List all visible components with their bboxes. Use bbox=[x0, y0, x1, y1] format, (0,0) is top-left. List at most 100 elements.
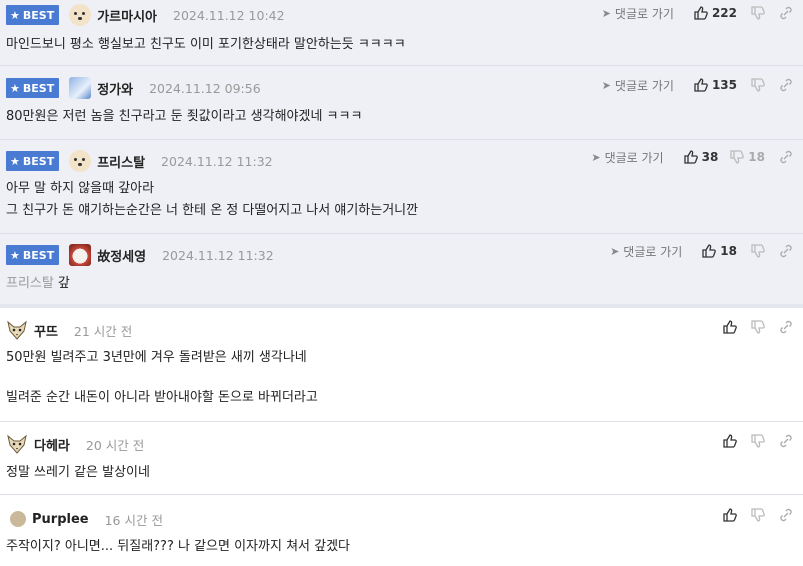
star-icon: ★ bbox=[10, 154, 20, 168]
comment-date: 2024.11.12 09:56 bbox=[149, 80, 261, 96]
share-button[interactable] bbox=[779, 6, 793, 20]
share-button[interactable] bbox=[779, 320, 793, 334]
fox-avatar[interactable] bbox=[6, 319, 28, 341]
dislike-button[interactable] bbox=[751, 78, 765, 92]
comment-text: 프리스탈 갚 bbox=[6, 273, 70, 295]
like-button[interactable] bbox=[723, 320, 737, 334]
comment-author[interactable]: 다헤라 bbox=[34, 435, 70, 454]
star-icon: ★ bbox=[10, 8, 20, 22]
link-icon bbox=[779, 6, 793, 20]
blue-avatar[interactable] bbox=[69, 77, 92, 99]
comment-actions bbox=[715, 316, 793, 338]
reply-link[interactable]: ➤ 댓글로 가기 bbox=[591, 149, 663, 166]
comment-actions: ➤ 댓글로 가기 135 bbox=[602, 74, 793, 96]
dislike-button[interactable] bbox=[751, 508, 765, 522]
star-icon: ★ bbox=[10, 248, 20, 262]
share-button[interactable] bbox=[779, 244, 793, 258]
best-badge: ★ BEST bbox=[6, 5, 60, 25]
like-button[interactable]: 18 bbox=[702, 244, 737, 258]
dislike-button[interactable] bbox=[751, 320, 765, 334]
best-badge: ★ BEST bbox=[6, 245, 60, 265]
thumbs-down-icon bbox=[751, 244, 765, 258]
dislike-button[interactable] bbox=[751, 6, 765, 20]
circle-avatar[interactable] bbox=[10, 511, 26, 527]
reply-link[interactable]: ➤ 댓글로 가기 bbox=[610, 243, 682, 260]
thumbs-down-icon bbox=[751, 508, 765, 522]
thumbs-up-icon bbox=[702, 244, 717, 258]
comment-header: ★ BEST 故정세영 2024.11.12 11:32 bbox=[6, 244, 274, 266]
comment-author[interactable]: 꾸뜨 bbox=[34, 321, 58, 340]
like-count: 18 bbox=[720, 244, 737, 258]
comment-header: 다헤라 20 시간 전 bbox=[6, 433, 144, 455]
comment-actions bbox=[715, 504, 793, 526]
link-icon bbox=[779, 434, 793, 448]
thumbs-down-icon bbox=[751, 434, 765, 448]
dislike-button[interactable] bbox=[751, 434, 765, 448]
reply-to-author[interactable]: 프리스탈 bbox=[6, 276, 54, 291]
comment-author[interactable]: Purplee bbox=[32, 512, 89, 527]
best-badge: ★ BEST bbox=[6, 151, 60, 171]
like-button[interactable] bbox=[723, 508, 737, 522]
like-count: 38 bbox=[701, 150, 719, 164]
like-button[interactable]: 38 bbox=[683, 150, 719, 164]
dislike-button[interactable]: 18 bbox=[730, 150, 765, 164]
comment-author[interactable]: 가르마시아 bbox=[97, 6, 157, 25]
comment-author[interactable]: 故정세영 bbox=[97, 246, 146, 265]
reply-link[interactable]: ➤ 댓글로 가기 bbox=[602, 5, 674, 22]
reply-link[interactable]: ➤ 댓글로 가기 bbox=[602, 77, 674, 94]
star-icon: ★ bbox=[10, 81, 20, 95]
link-icon bbox=[779, 508, 793, 522]
thumbs-down-icon bbox=[751, 6, 765, 20]
comment-text: 마인드보니 평소 행실보고 친구도 이미 포기한상태라 말안하는듯 ㅋㅋㅋㅋ bbox=[6, 37, 406, 52]
comment-text: 아무 말 하지 않을때 갚아라 그 친구가 돈 얘기하는순간은 너 한테 온 정… bbox=[6, 181, 419, 218]
comment-author[interactable]: 프리스탈 bbox=[97, 152, 145, 171]
thumbs-up-icon bbox=[723, 320, 737, 334]
comment-date: 21 시간 전 bbox=[73, 323, 133, 339]
comment-header: Purplee 16 시간 전 bbox=[6, 508, 163, 530]
like-button[interactable]: 135 bbox=[694, 78, 737, 92]
comment-actions bbox=[715, 430, 793, 452]
link-icon bbox=[779, 320, 793, 334]
comment-header: ★ BEST 정가와 2024.11.12 09:56 bbox=[6, 77, 261, 99]
reply-arrow-icon: ➤ bbox=[591, 150, 601, 164]
comment-author[interactable]: 정가와 bbox=[97, 79, 133, 98]
share-button[interactable] bbox=[779, 78, 793, 92]
like-button[interactable] bbox=[723, 434, 737, 448]
comment-actions: ➤ 댓글로 가기 18 bbox=[610, 240, 793, 262]
comment-date: 2024.11.12 11:32 bbox=[162, 247, 274, 263]
clown-avatar[interactable] bbox=[69, 244, 92, 266]
comment-header: ★ BEST 가르마시아 2024.11.12 10:42 bbox=[6, 4, 285, 26]
comment-text-content: 갚 bbox=[57, 276, 70, 291]
comment-header: 꾸뜨 21 시간 전 bbox=[6, 319, 132, 341]
thumbs-up-icon bbox=[723, 434, 737, 448]
share-button[interactable] bbox=[779, 434, 793, 448]
comment-text: 50만원 빌려주고 3년만에 겨우 돌려받은 새끼 생각나네 빌려준 순간 내돈… bbox=[6, 350, 318, 405]
puppy-avatar[interactable] bbox=[69, 4, 92, 26]
comment: 다헤라 20 시간 전 정말 쓰레기 같은 발상이네 bbox=[0, 422, 803, 495]
reply-arrow-icon: ➤ bbox=[610, 244, 620, 258]
like-count: 222 bbox=[711, 6, 737, 20]
comment-date: 2024.11.12 10:42 bbox=[173, 7, 285, 23]
link-icon bbox=[779, 244, 793, 258]
best-comment: ★ BEST 프리스탈 2024.11.12 11:32 아무 말 하지 않을때 … bbox=[0, 140, 803, 234]
thumbs-down-icon bbox=[730, 150, 745, 164]
reply-arrow-icon: ➤ bbox=[601, 6, 611, 20]
reply-arrow-icon: ➤ bbox=[601, 78, 611, 92]
comment-date: 20 시간 전 bbox=[85, 437, 145, 453]
thumbs-down-icon bbox=[751, 320, 765, 334]
best-badge: ★ BEST bbox=[6, 78, 60, 98]
comment-actions: ➤ 댓글로 가기 222 bbox=[602, 2, 793, 24]
link-icon bbox=[779, 78, 793, 92]
share-button[interactable] bbox=[779, 508, 793, 522]
thumbs-up-icon bbox=[694, 6, 708, 20]
best-comment: ★ BEST 故정세영 2024.11.12 11:32 프리스탈 갚 ➤ 댓글로 가… bbox=[0, 234, 803, 304]
thumbs-up-icon bbox=[694, 78, 708, 92]
comment-text: 주작이지? 아니면... 뒤질래??? 나 같으면 이자까지 쳐서 갚겠다 bbox=[6, 539, 351, 554]
like-button[interactable]: 222 bbox=[694, 6, 737, 20]
fox-avatar[interactable] bbox=[6, 433, 28, 455]
dislike-button[interactable] bbox=[751, 244, 765, 258]
share-button[interactable] bbox=[779, 150, 793, 164]
comment-header: ★ BEST 프리스탈 2024.11.12 11:32 bbox=[6, 150, 273, 172]
comment-date: 16 시간 전 bbox=[104, 512, 163, 528]
puppy-avatar[interactable] bbox=[69, 150, 92, 172]
